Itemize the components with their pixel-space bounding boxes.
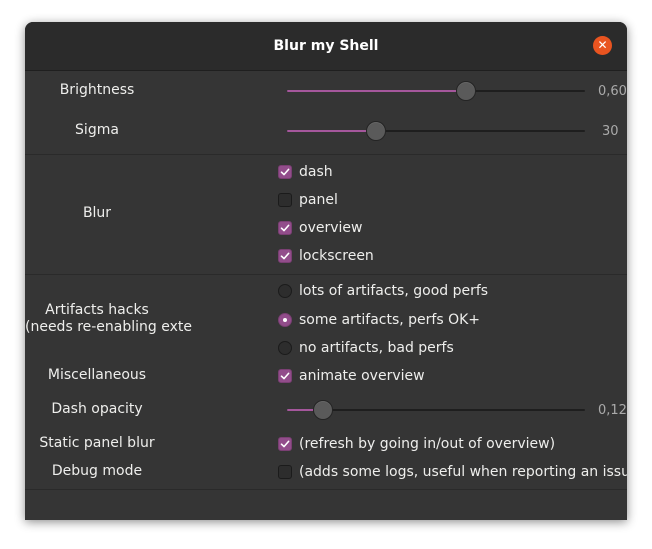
separator: [25, 154, 627, 155]
close-icon: ✕: [597, 38, 608, 52]
debug-label: Debug mode: [51, 463, 143, 479]
option-label: animate overview: [299, 368, 425, 384]
blur-dash-checkbox[interactable]: dash: [278, 162, 333, 182]
brightness-value: 0,60: [598, 84, 627, 99]
artifacts-radio-none[interactable]: no artifacts, bad perfs: [278, 338, 454, 358]
debug-checkbox[interactable]: (adds some logs, useful when reporting a…: [278, 462, 627, 482]
dash-opacity-label: Dash opacity: [51, 401, 143, 417]
dash-opacity-value: 0,12: [598, 403, 627, 418]
radio-button[interactable]: [278, 341, 292, 355]
animate-overview-checkbox[interactable]: animate overview: [278, 366, 425, 386]
static-panel-checkbox[interactable]: (refresh by going in/out of overview): [278, 434, 555, 454]
option-label: no artifacts, bad perfs: [299, 340, 454, 356]
checkbox-box[interactable]: [278, 193, 292, 207]
artifacts-label: Artifacts hacks: [45, 302, 149, 318]
separator: [25, 274, 627, 275]
artifacts-radio-lots[interactable]: lots of artifacts, good perfs: [278, 281, 488, 301]
option-label: dash: [299, 164, 333, 180]
artifacts-radio-some[interactable]: some artifacts, perfs OK+: [278, 310, 480, 330]
option-label: lockscreen: [299, 248, 374, 264]
brightness-slider[interactable]: [287, 81, 585, 101]
blur-label: Blur: [82, 205, 112, 221]
option-label: (refresh by going in/out of overview): [299, 436, 556, 452]
sigma-value: 30: [602, 124, 619, 139]
blur-overview-checkbox[interactable]: overview: [278, 218, 362, 238]
checkbox-box[interactable]: [278, 369, 292, 383]
slider-fill: [287, 130, 377, 132]
slider-handle[interactable]: [455, 81, 476, 101]
sigma-slider[interactable]: [287, 121, 585, 141]
titlebar: Blur my Shell ✕: [25, 22, 627, 71]
slider-handle[interactable]: [312, 400, 333, 420]
artifacts-sublabel: (needs re-enabling extension): [25, 319, 193, 335]
option-label: lots of artifacts, good perfs: [299, 283, 489, 299]
option-label: overview: [299, 220, 363, 236]
blur-panel-checkbox[interactable]: panel: [278, 190, 338, 210]
dash-opacity-slider[interactable]: [287, 400, 585, 420]
checkbox-box[interactable]: [278, 249, 292, 263]
checkbox-box[interactable]: [278, 165, 292, 179]
preferences-window: Blur my Shell ✕ Brightness 0,60 Sigma 30…: [25, 22, 627, 520]
brightness-label: Brightness: [59, 82, 135, 98]
slider-fill: [287, 90, 466, 92]
blur-lockscreen-checkbox[interactable]: lockscreen: [278, 246, 374, 266]
close-button[interactable]: ✕: [593, 36, 612, 55]
option-label: panel: [299, 192, 338, 208]
checkbox-box[interactable]: [278, 437, 292, 451]
window-title: Blur my Shell: [273, 38, 379, 54]
separator: [25, 489, 627, 490]
static-panel-label: Static panel blur: [39, 435, 155, 451]
checkbox-box[interactable]: [278, 465, 292, 479]
slider-handle[interactable]: [366, 121, 387, 141]
option-label: some artifacts, perfs OK+: [299, 312, 481, 328]
radio-button[interactable]: [278, 284, 292, 298]
checkbox-box[interactable]: [278, 221, 292, 235]
radio-button[interactable]: [278, 313, 292, 327]
sigma-label: Sigma: [75, 122, 119, 138]
misc-label: Miscellaneous: [47, 367, 147, 383]
option-label: (adds some logs, useful when reporting a…: [299, 464, 627, 480]
